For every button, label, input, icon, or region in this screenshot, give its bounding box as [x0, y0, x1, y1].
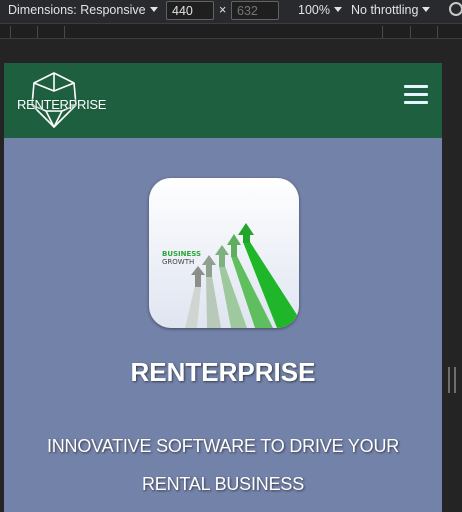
times-label: ×	[219, 3, 227, 17]
chevron-down-icon	[149, 7, 158, 12]
rotate-icon[interactable]	[449, 2, 462, 18]
chevron-down-icon	[422, 7, 431, 12]
logo-text: RENTERPRISE	[17, 97, 107, 112]
chevron-down-icon	[333, 7, 342, 12]
business-growth-image: BUSINESS GROWTH	[149, 178, 299, 328]
site-header: RENTERPRISE	[4, 63, 442, 138]
device-toolbar: Dimensions: Responsive × 100% No throttl…	[0, 0, 462, 23]
growth-caption-line1: BUSINESS	[162, 250, 202, 258]
growth-caption: BUSINESS GROWTH	[162, 250, 201, 266]
height-input[interactable]	[231, 1, 279, 20]
zoom-label: 100%	[298, 3, 330, 17]
emulated-viewport: RENTERPRISE BUSINESS GROWTH RENTERPRISE …	[4, 63, 442, 512]
throttling-dropdown[interactable]: No throttling	[351, 3, 431, 17]
site-logo[interactable]: RENTERPRISE	[17, 71, 107, 129]
media-query-bar[interactable]	[0, 23, 462, 39]
dimensions-label: Dimensions: Responsive	[8, 3, 146, 17]
dimensions-dropdown[interactable]: Dimensions: Responsive	[8, 3, 158, 17]
throttling-label: No throttling	[351, 3, 419, 17]
tagline: INNOVATIVE SOFTWARE TO DRIVE YOUR RENTAL…	[46, 436, 400, 494]
viewport-resize-handle[interactable]	[448, 367, 456, 393]
devtools-gutter	[0, 40, 462, 63]
hamburger-menu-button[interactable]	[404, 85, 428, 107]
growth-caption-line2: GROWTH	[162, 258, 195, 266]
width-input[interactable]	[166, 1, 214, 20]
zoom-dropdown[interactable]: 100%	[298, 3, 342, 17]
brand-title: RENTERPRISE	[130, 357, 316, 387]
